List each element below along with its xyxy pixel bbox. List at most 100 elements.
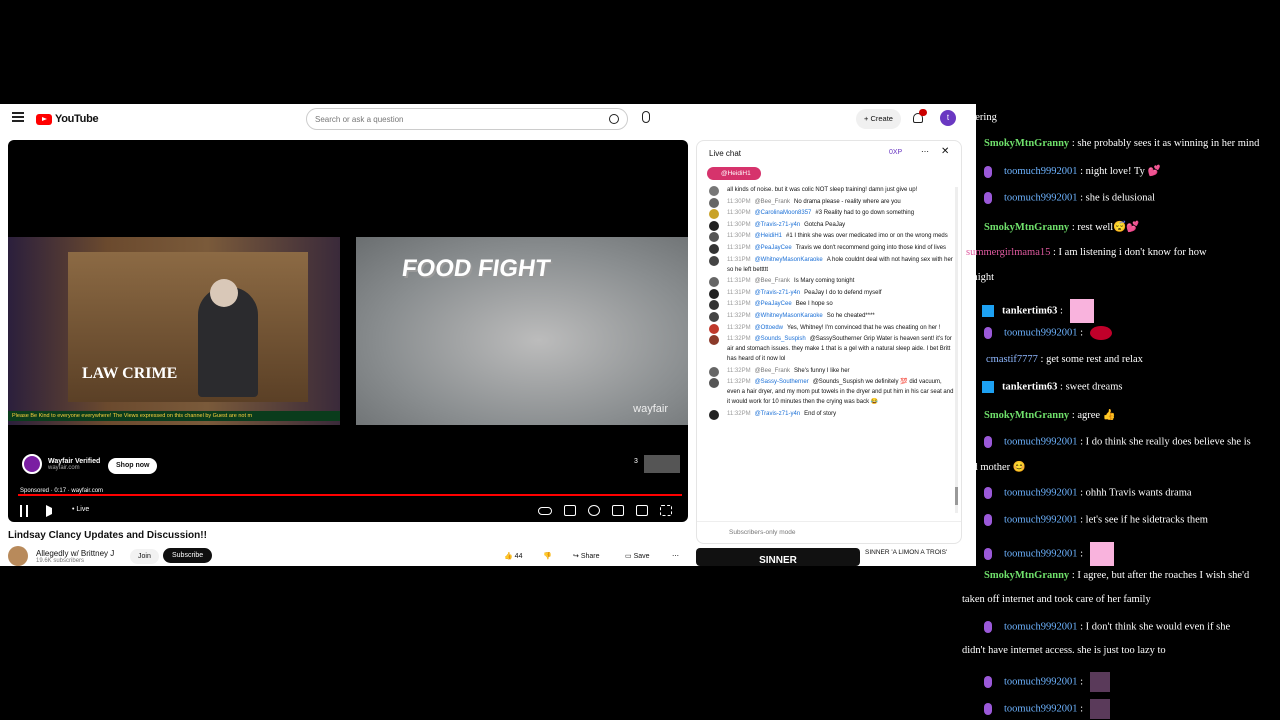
chat-title[interactable]: Live chat [709,149,741,158]
stream-username: toomuch9992001 [1004,548,1078,560]
pinned-user[interactable]: @HeidiH1 [707,167,761,180]
progress-bar[interactable] [18,494,682,496]
stream-chat-line: didn't have internet access. she is just… [962,645,1166,656]
stream-chat-line: tankertim63 : sweet dreams [982,381,1122,393]
user-avatar[interactable] [709,220,719,231]
message-user[interactable]: @PeaJayCee [755,245,792,251]
mic-icon[interactable] [642,111,650,123]
message-time: 11:32PM [727,336,751,343]
user-avatar[interactable] [709,366,719,377]
user-avatar[interactable] [709,209,719,220]
xp-badge[interactable]: 0XP [889,149,902,156]
settings-icon[interactable] [588,505,600,516]
channel-avatar[interactable] [8,546,28,566]
message-user[interactable]: @Ottoedw [755,325,783,331]
user-avatar[interactable] [709,232,719,243]
message-user[interactable]: @Bee_Frank [755,278,790,284]
share-label: Share [580,553,600,560]
message-user[interactable]: @WhitneyMasonKaraoke [755,257,823,263]
search-placeholder: Search or ask a question [315,115,404,124]
live-indicator[interactable]: • Live [72,506,89,518]
mic-badge-icon [984,165,992,178]
message-user[interactable]: @Travis-z71-y4n [755,411,801,417]
chat-footer: Subscribers-only mode [697,521,961,543]
message-user[interactable]: @CarolinaMoon8357 [755,210,812,216]
message-user[interactable]: @Sounds_Suspish [755,336,806,342]
message-text: PeaJay I do to defend myself [804,289,882,296]
message-user[interactable]: @Sassy-Southerner [755,379,809,385]
mic-badge-icon [984,487,992,499]
user-avatar[interactable] [709,300,719,311]
captions-icon[interactable] [564,505,576,516]
message-time: 11:30PM [727,210,751,217]
more-icon[interactable]: ⋯ [921,147,929,156]
stream-username: toomuch9992001 [1004,436,1078,448]
message-user[interactable]: @HeidiH1 [755,233,782,239]
recommended-thumbnail[interactable]: SINNER [696,548,860,566]
search-input[interactable]: Search or ask a question [306,108,628,130]
live-chat-panel: Live chat 0XP ⋯ ✕ @HeidiH1 all kinds of … [696,140,962,544]
chat-message: all kinds of noise. but it was colic NOT… [705,185,955,196]
stream-chat-line: SmokyMtnGranny : agree 👍 [984,408,1116,421]
ticker-text: Please Be Kind to everyone everywhere! T… [8,411,340,421]
notifications-icon[interactable] [913,109,927,123]
user-avatar[interactable] [709,197,719,208]
message-user[interactable]: @Bee_Frank [755,368,790,374]
create-button[interactable]: + Create [856,109,901,129]
join-button[interactable]: Join [130,549,159,564]
stream-username: SmokyMtnGranny [984,222,1070,233]
message-user[interactable]: @Travis-z71-y4n [755,290,801,296]
message-user[interactable]: @Travis-z71-y4n [755,222,801,228]
message-text: Gotcha PeaJay [804,221,846,228]
message-user[interactable]: @PeaJayCee [755,301,792,307]
youtube-logo[interactable]: YouTube [36,113,99,125]
channel-name[interactable]: Allegedly w/ Brittney J [36,549,114,558]
user-avatar[interactable] [709,277,719,288]
message-user[interactable]: @WhitneyMasonKaraoke [755,313,823,319]
stream-chat-line: toomuch9992001 : [984,672,1110,692]
close-icon[interactable]: ✕ [941,146,949,157]
scroll-thumb[interactable] [955,487,958,505]
like-button[interactable]: 👍 44 [504,552,522,560]
user-avatar[interactable] [709,378,719,389]
shop-now-button[interactable]: Shop now [108,458,158,474]
progress-fill [18,494,682,496]
dislike-icon[interactable]: 👎 [543,552,552,560]
stream-message-text: : night love! Ty 💕 [1077,166,1161,177]
channel-info[interactable]: Allegedly w/ Brittney J 19.6K subscriber… [8,546,114,566]
pause-icon[interactable] [20,505,28,517]
user-avatar[interactable] [709,288,719,299]
fullscreen-icon[interactable] [660,505,672,516]
ad-info[interactable]: Wayfair Verified wayfair.com [22,454,100,474]
stream-message-text: : I don't think she would even if she [1077,621,1231,633]
cast-icon[interactable] [636,505,648,516]
up-next[interactable]: 3 [634,455,680,473]
avatar[interactable]: t [940,110,956,126]
chat-scrollbar[interactable] [955,187,958,513]
user-avatar[interactable] [709,243,719,254]
stream-chat-line: ood mother 😊 [962,460,1026,473]
search-icon[interactable] [609,114,619,124]
volume-icon[interactable] [46,505,56,517]
subscribe-button[interactable]: Subscribe [163,548,213,563]
stream-username: cmastif7777 [986,354,1038,365]
autoplay-toggle[interactable] [538,507,552,515]
more-icon[interactable]: ⋯ [672,552,679,560]
miniplayer-icon[interactable] [612,505,624,516]
save-button[interactable]: ▭ Save [625,552,650,560]
menu-icon[interactable] [12,112,24,122]
share-button[interactable]: ↪ Share [573,552,600,560]
message-user[interactable]: @Bee_Frank [755,199,790,205]
user-avatar[interactable] [709,311,719,322]
chat-message: 11:31PM @WhitneyMasonKaraoke A hole couldn… [705,255,955,275]
user-avatar[interactable] [709,335,719,346]
video-player[interactable]: LAW CRIME Please Be Kind to everyone eve… [8,140,688,522]
recommended-title[interactable]: SINNER 'A LIMON A TROIS' [865,549,947,556]
user-avatar[interactable] [709,409,719,420]
user-avatar[interactable] [709,255,719,266]
user-avatar[interactable] [709,323,719,334]
user-avatar[interactable] [709,186,719,196]
mic-badge-icon [984,514,992,526]
stream-username: toomuch9992001 [1004,703,1078,715]
logo-text: YouTube [55,113,99,125]
